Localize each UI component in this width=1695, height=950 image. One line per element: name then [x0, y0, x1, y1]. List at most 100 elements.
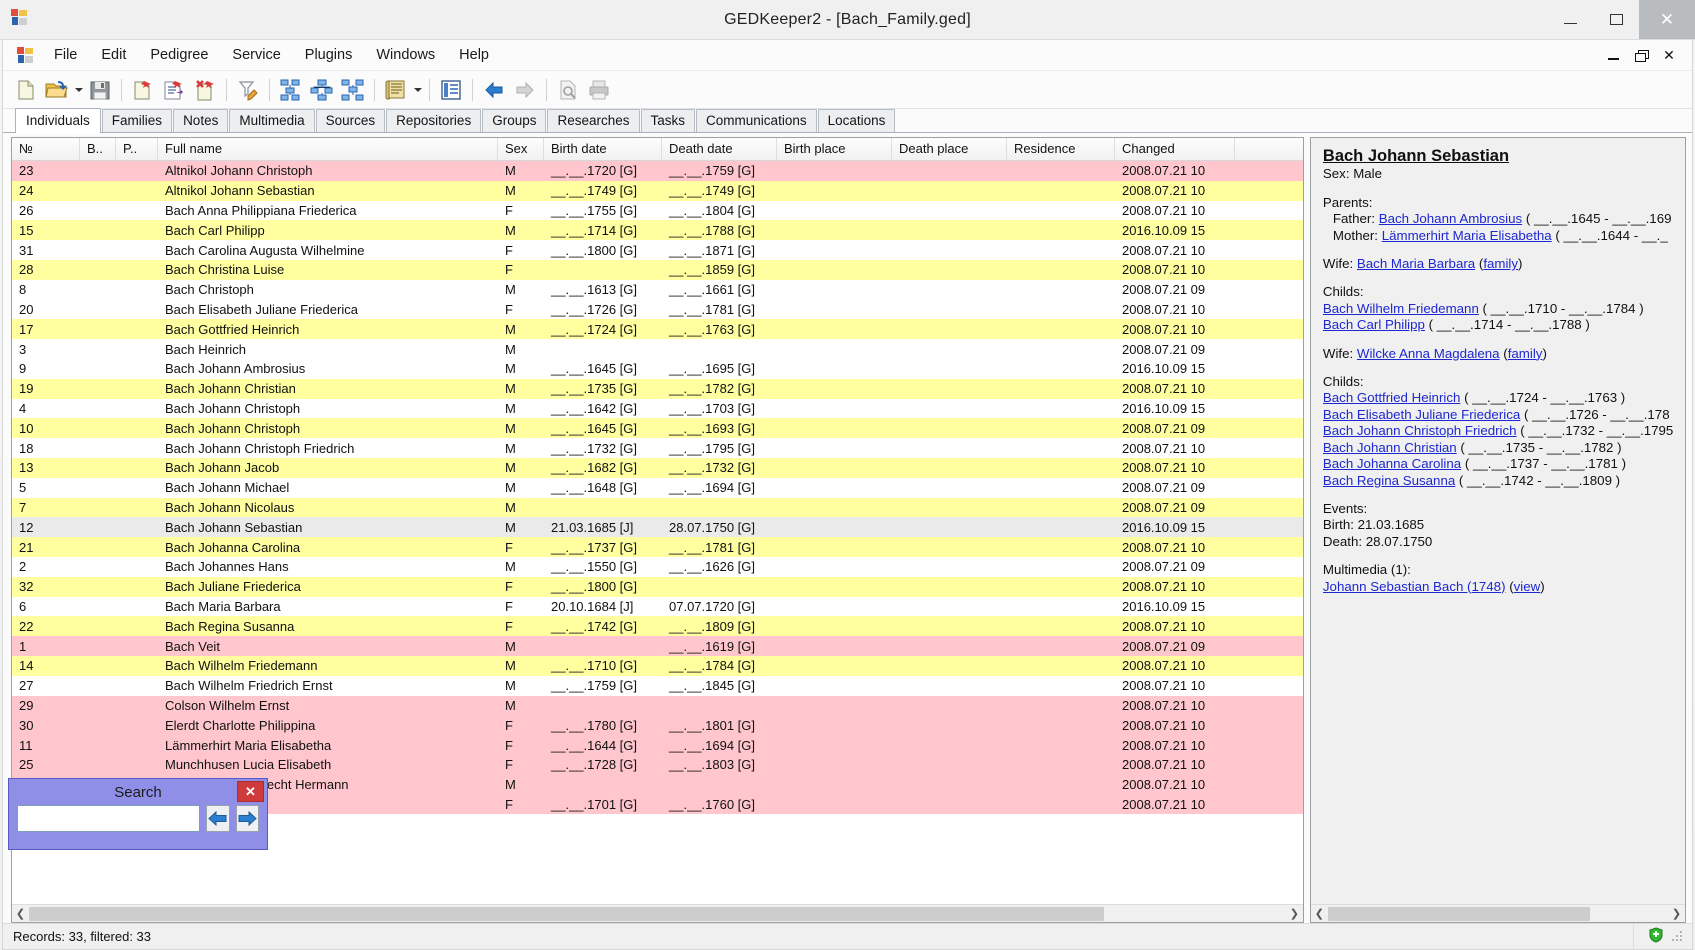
- detail-child-2-link[interactable]: Bach Elisabeth Juliane Friederica: [1323, 407, 1520, 422]
- new-file-icon[interactable]: [11, 75, 41, 105]
- record-edit-icon[interactable]: [159, 75, 189, 105]
- table-row[interactable]: 21 Bach Johanna Carolina F __.__.1737 [G] __…: [12, 537, 1303, 557]
- menu-item-plugins[interactable]: Plugins: [293, 43, 365, 67]
- detail-multimedia-view-link[interactable]: view: [1514, 579, 1541, 594]
- column-header-birth-date[interactable]: Birth date: [544, 138, 662, 160]
- detail-child-2-link[interactable]: Bach Johanna Carolina: [1323, 456, 1461, 471]
- detail-multimedia-link[interactable]: Johann Sebastian Bach (1748): [1323, 579, 1506, 594]
- table-row[interactable]: 30 Elerdt Charlotte Philippina F __.__.1780…: [12, 715, 1303, 736]
- tab-notes[interactable]: Notes: [173, 109, 229, 132]
- save-file-icon[interactable]: [85, 75, 115, 105]
- search-dialog[interactable]: Search ✕: [8, 778, 268, 850]
- table-row[interactable]: 28 Bach Christina Luise F __.__.1859 [G] 200…: [12, 259, 1303, 280]
- pedigree-ancestors-icon[interactable]: [276, 75, 306, 105]
- table-row[interactable]: 14 Bach Wilhelm Friedemann M __.__.1710 [G]…: [12, 655, 1303, 676]
- tab-individuals[interactable]: Individuals: [15, 108, 101, 133]
- table-row[interactable]: 31 Bach Carolina Augusta Wilhelmine F __.__…: [12, 240, 1303, 260]
- detail-wife-2-family-link[interactable]: family: [1508, 346, 1543, 361]
- scroll-right-icon[interactable]: ❯: [1286, 905, 1303, 922]
- detail-child-2-link[interactable]: Bach Johann Christian: [1323, 440, 1457, 455]
- search-next-button[interactable]: [235, 805, 259, 832]
- search-close-button[interactable]: ✕: [237, 781, 264, 802]
- scroll-left-icon[interactable]: ❮: [12, 905, 29, 922]
- tab-communications[interactable]: Communications: [696, 109, 817, 132]
- table-row[interactable]: 25 Munchhusen Lucia Elisabeth F __.__.1728 …: [12, 754, 1303, 775]
- detail-wife-2-link[interactable]: Wilcke Anna Magdalena: [1357, 346, 1500, 361]
- menu-item-help[interactable]: Help: [447, 43, 501, 67]
- table-row[interactable]: 19 Bach Johann Christian M __.__.1735 [G] __…: [12, 378, 1303, 399]
- record-delete-icon[interactable]: [190, 75, 220, 105]
- tab-sources[interactable]: Sources: [315, 109, 386, 132]
- pedigree-descendants-icon[interactable]: [307, 75, 337, 105]
- detail-scroll-right-icon[interactable]: ❯: [1668, 905, 1685, 922]
- detail-child-1-link[interactable]: Bach Wilhelm Friedemann: [1323, 301, 1479, 316]
- menu-item-pedigree[interactable]: Pedigree: [138, 43, 220, 67]
- column-header-death-date[interactable]: Death date: [662, 138, 777, 160]
- resize-grip-icon[interactable]: [1672, 930, 1684, 943]
- table-row[interactable]: 4 Bach Johann Christoph M __.__.1642 [G] __.…: [12, 398, 1303, 419]
- column-header-changed[interactable]: Changed: [1115, 138, 1235, 160]
- detail-scroll-left-icon[interactable]: ❮: [1311, 905, 1328, 922]
- table-row[interactable]: 32 Bach Juliane Friederica F __.__.1800 [G]…: [12, 576, 1303, 597]
- detail-child-2-link[interactable]: Bach Gottfried Heinrich: [1323, 390, 1460, 405]
- column-header-birth-place[interactable]: Birth place: [777, 138, 892, 160]
- pedigree-report-dropdown-icon[interactable]: [412, 75, 423, 105]
- pedigree-full-icon[interactable]: [338, 75, 368, 105]
- search-input[interactable]: [17, 805, 200, 832]
- table-row[interactable]: 9 Bach Johann Ambrosius M __.__.1645 [G] __.…: [12, 358, 1303, 379]
- table-row[interactable]: 15 Bach Carl Philipp M __.__.1714 [G] __.__.…: [12, 220, 1303, 241]
- table-row[interactable]: 27 Bach Wilhelm Friedrich Ernst M __.__.175…: [12, 675, 1303, 696]
- detail-child-1-link[interactable]: Bach Carl Philipp: [1323, 317, 1425, 332]
- table-row[interactable]: 20 Bach Elisabeth Juliane Friederica F __._…: [12, 299, 1303, 320]
- detail-wife-1-link[interactable]: Bach Maria Barbara: [1357, 256, 1475, 271]
- table-row[interactable]: 10 Bach Johann Christoph M __.__.1645 [G] __…: [12, 418, 1303, 439]
- column-header-full-name[interactable]: Full name: [158, 138, 498, 160]
- tab-families[interactable]: Families: [101, 109, 173, 132]
- column-header-death-place[interactable]: Death place: [892, 138, 1007, 160]
- back-icon[interactable]: [479, 75, 509, 105]
- table-row[interactable]: 17 Bach Gottfried Heinrich M __.__.1724 [G]…: [12, 319, 1303, 340]
- detail-child-2-link[interactable]: Bach Regina Susanna: [1323, 473, 1455, 488]
- menu-item-windows[interactable]: Windows: [364, 43, 447, 67]
- table-row[interactable]: 26 Bach Anna Philippiana Friederica F __.__…: [12, 200, 1303, 221]
- pedigree-report-icon[interactable]: [381, 75, 411, 105]
- table-row[interactable]: 11 Lämmerhirt Maria Elisabetha F __.__.1644…: [12, 735, 1303, 755]
- detail-mother-link[interactable]: Lämmerhirt Maria Elisabetha: [1382, 228, 1552, 243]
- table-row[interactable]: 12 Bach Johann Sebastian M 21.03.1685 [J] 28…: [12, 517, 1303, 538]
- mdi-restore-button[interactable]: [1628, 44, 1654, 66]
- table-row[interactable]: 5 Bach Johann Michael M __.__.1648 [G] __.__…: [12, 477, 1303, 498]
- table-row[interactable]: 22 Bach Regina Susanna F __.__.1742 [G] __._…: [12, 616, 1303, 637]
- detail-horizontal-scrollbar[interactable]: ❮ ❯: [1310, 904, 1685, 922]
- table-row[interactable]: 3 Bach Heinrich M 2008.07.21 09: [12, 339, 1303, 359]
- open-file-dropdown-icon[interactable]: [73, 75, 84, 105]
- stats-icon[interactable]: [436, 75, 466, 105]
- mdi-minimize-button[interactable]: [1600, 44, 1626, 66]
- table-row[interactable]: 2 Bach Johannes Hans M __.__.1550 [G] __.__.…: [12, 556, 1303, 577]
- tab-multimedia[interactable]: Multimedia: [229, 109, 315, 132]
- table-row[interactable]: 6 Bach Maria Barbara F 20.10.1684 [J] 07.07.…: [12, 596, 1303, 617]
- table-row[interactable]: 24 Altnikol Johann Sebastian M __.__.1749 […: [12, 180, 1303, 201]
- column-header-p[interactable]: P..: [116, 138, 158, 160]
- table-row[interactable]: 8 Bach Christoph M __.__.1613 [G] __.__.1661…: [12, 279, 1303, 300]
- table-row[interactable]: 18 Bach Johann Christoph Friedrich M __.__.…: [12, 438, 1303, 458]
- tab-tasks[interactable]: Tasks: [640, 109, 696, 132]
- detail-father-link[interactable]: Bach Johann Ambrosius: [1379, 211, 1522, 226]
- column-header-b[interactable]: B..: [80, 138, 116, 160]
- tab-groups[interactable]: Groups: [482, 109, 547, 132]
- record-add-icon[interactable]: [128, 75, 158, 105]
- search-prev-button[interactable]: [206, 805, 230, 832]
- tab-repositories[interactable]: Repositories: [386, 109, 482, 132]
- menu-item-file[interactable]: File: [42, 43, 89, 67]
- table-row[interactable]: 29 Colson Wilhelm Ernst M 2008.07.21 10: [12, 695, 1303, 716]
- table-row[interactable]: 13 Bach Johann Jacob M __.__.1682 [G] __.__.…: [12, 457, 1303, 478]
- menu-item-service[interactable]: Service: [220, 43, 292, 67]
- column-header-residence[interactable]: Residence: [1007, 138, 1115, 160]
- mdi-close-button[interactable]: ✕: [1656, 44, 1682, 66]
- tab-locations[interactable]: Locations: [817, 109, 896, 132]
- detail-child-2-link[interactable]: Bach Johann Christoph Friedrich: [1323, 423, 1517, 438]
- detail-wife-1-family-link[interactable]: family: [1483, 256, 1518, 271]
- filter-icon[interactable]: [233, 75, 263, 105]
- table-row[interactable]: 7 Bach Johann Nicolaus M 2008.07.21 09: [12, 497, 1303, 518]
- menu-item-edit[interactable]: Edit: [89, 43, 138, 67]
- column-header-sex[interactable]: Sex: [498, 138, 544, 160]
